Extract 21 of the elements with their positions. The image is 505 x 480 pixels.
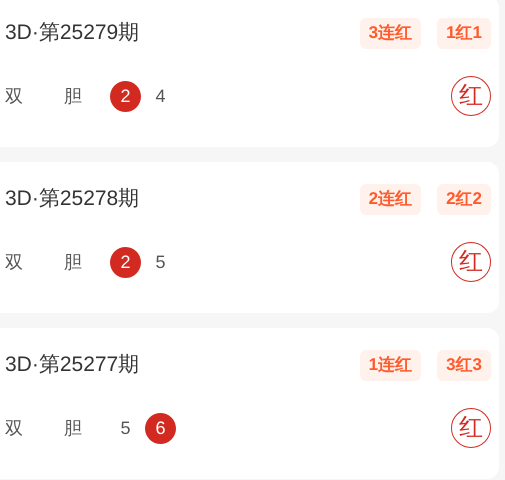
label-text: 胆 xyxy=(64,84,83,108)
issue-title: 3D·第25277期 xyxy=(5,352,140,378)
streak-badge: 3连红 xyxy=(360,18,422,48)
number-text: 5 xyxy=(119,416,132,440)
streak-badge: 2连红 xyxy=(360,184,422,214)
label-text: 双 xyxy=(5,250,24,274)
streak-badge: 1红1 xyxy=(437,18,491,48)
label-text: 胆 xyxy=(64,416,83,440)
label-text: 双 xyxy=(5,84,24,108)
number-text: 5 xyxy=(154,250,166,274)
streak-badge: 1连红 xyxy=(360,350,422,380)
issue-title: 3D·第25279期 xyxy=(5,20,140,46)
streak-badge: 2红2 xyxy=(437,184,491,214)
label-text: 双 xyxy=(5,416,24,440)
result-stamp: 红 xyxy=(451,242,491,282)
number-text: 4 xyxy=(154,84,166,108)
streak-badge: 3红3 xyxy=(437,350,491,380)
result-stamp: 红 xyxy=(451,408,491,448)
result-stamp: 红 xyxy=(451,76,491,116)
label-text: 胆 xyxy=(64,250,83,274)
issue-title: 3D·第25278期 xyxy=(5,186,140,212)
